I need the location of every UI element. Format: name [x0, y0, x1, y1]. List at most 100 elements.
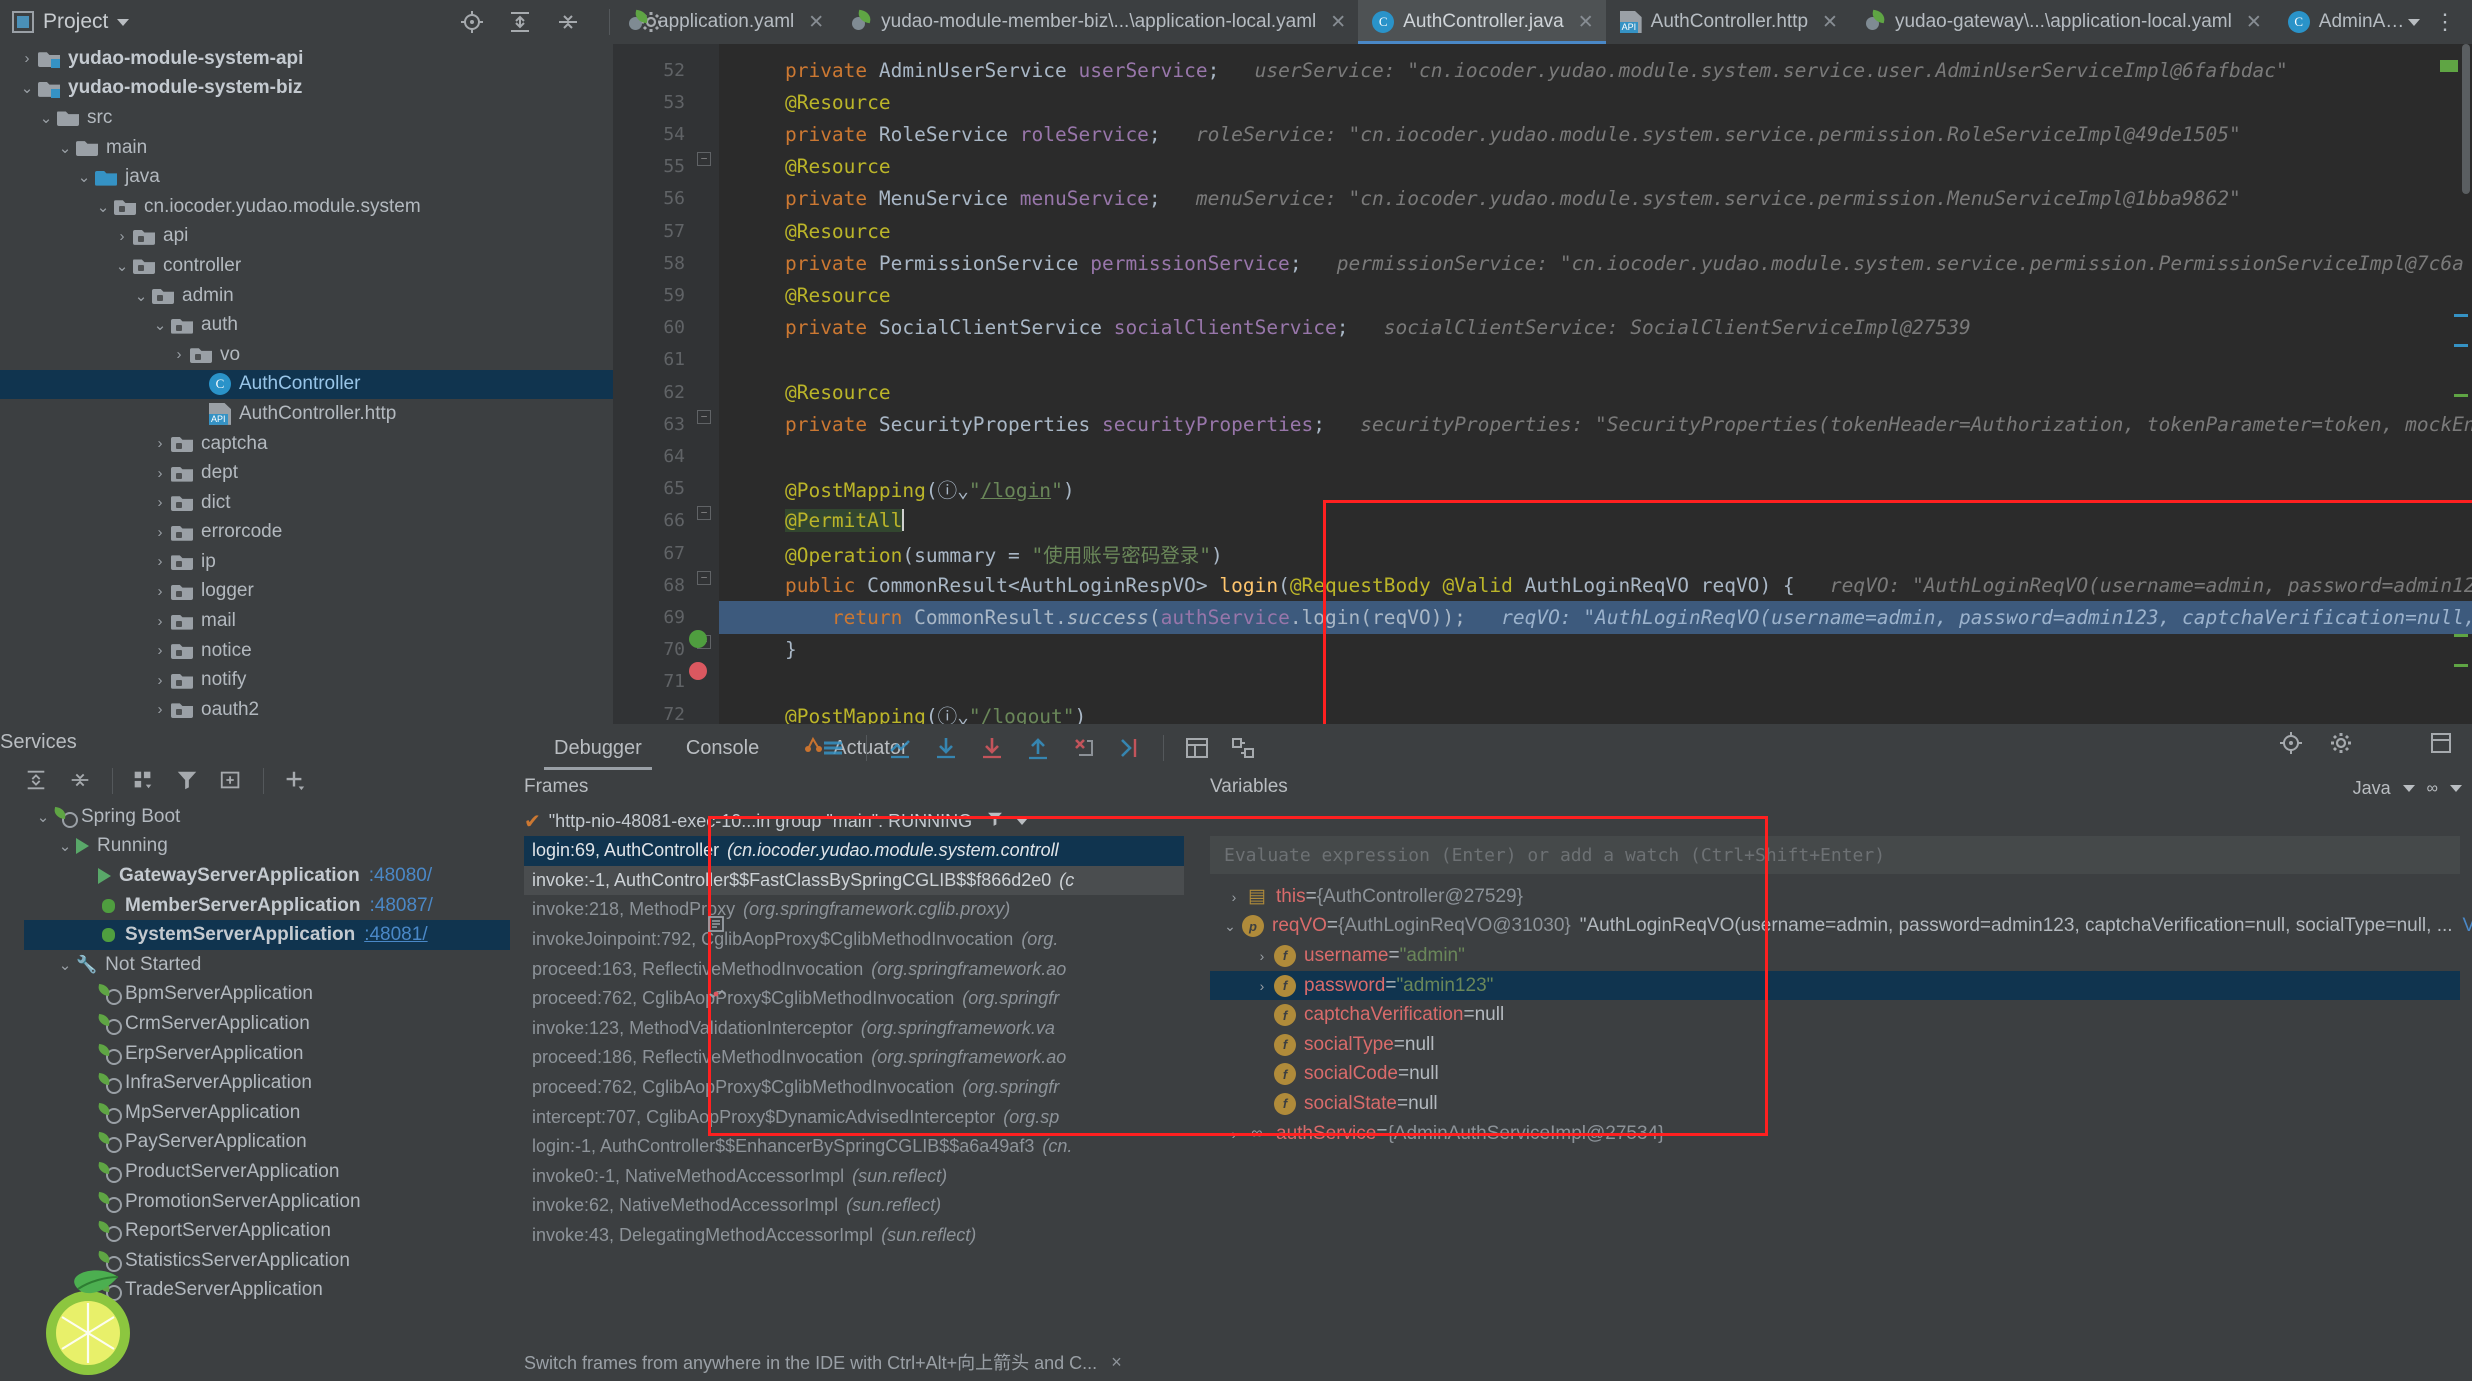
mute-breakpoints-icon[interactable] [820, 735, 846, 761]
tree-toggle-arrow[interactable]: ⌄ [35, 109, 57, 127]
editor-line[interactable]: 60 private SocialClientService socialCli… [613, 312, 2472, 344]
project-tool-window[interactable]: › yudao-module-system-api ⌄ yudao-module-sy… [0, 44, 613, 724]
tab-more-options-icon[interactable]: ⋮ [2434, 11, 2456, 33]
editor-line[interactable]: 67 @Operation(summary = "使用账号密码登录") [613, 537, 2472, 569]
service-port-link[interactable]: :48087/ [369, 895, 432, 917]
editor-line[interactable]: 69 return CommonResult.success(authServi… [613, 601, 2472, 633]
stack-frame-row[interactable]: proceed:163, ReflectiveMethodInvocation (… [524, 954, 1184, 984]
step-out-icon[interactable] [1025, 735, 1051, 761]
collapse-all-icon[interactable] [555, 9, 581, 35]
variable-row[interactable]: ⌄ p reqVO = {AuthLoginReqVO@31030} "AuthLog… [1210, 912, 2472, 942]
editor-line[interactable]: 54 private RoleService roleService; role… [613, 118, 2472, 150]
service-port-link[interactable]: :48081/ [364, 924, 427, 946]
tree-toggle-arrow[interactable]: ⌄ [54, 837, 76, 855]
project-tree-item[interactable]: ⌄ src [0, 103, 613, 133]
tree-toggle-arrow[interactable]: ⌄ [32, 808, 54, 826]
project-tool-window-button[interactable]: Project [0, 0, 130, 44]
chevron-down-icon[interactable] [117, 18, 130, 26]
editor-tab-1[interactable]: yudao-module-member-biz\...\application-… [836, 0, 1358, 44]
editor-line[interactable]: 59 @Resource [613, 279, 2472, 311]
project-tree-item[interactable]: ⌄ auth [0, 310, 613, 340]
editor-tab-5[interactable]: C AdminA… [2274, 0, 2417, 44]
tree-toggle-arrow[interactable]: · [76, 1193, 98, 1210]
project-tree-item[interactable]: › notify [0, 665, 613, 695]
services-tree-item[interactable]: · InfraServerApplication [24, 1068, 510, 1098]
debugger-tab-console[interactable]: Console [664, 724, 781, 772]
services-tree[interactable]: ⌄ Spring Boot ⌄ Running · GatewayServerApplic… [24, 802, 510, 1372]
expand-all-icon[interactable] [507, 9, 533, 35]
project-tree-item[interactable]: ·C AuthController [0, 369, 613, 400]
group-by-icon[interactable] [131, 768, 157, 794]
step-into-icon[interactable] [979, 735, 1005, 761]
project-tree-item[interactable]: ⌄ cn.iocoder.yudao.module.system [0, 192, 613, 222]
services-tree-item[interactable]: · CrmServerApplication [24, 1009, 510, 1039]
tree-toggle-arrow[interactable]: · [76, 986, 98, 1003]
editor-line[interactable]: 64 [613, 440, 2472, 472]
editor-line[interactable]: 62 @Resource [613, 376, 2472, 408]
variable-toggle-arrow[interactable]: › [1222, 889, 1246, 905]
editor-line[interactable]: 53 @Resource [613, 86, 2472, 118]
editor-line[interactable]: 61 [613, 344, 2472, 376]
tree-toggle-arrow[interactable]: · [187, 405, 209, 422]
project-tree-item[interactable]: › api [0, 222, 613, 252]
services-tree-item[interactable]: ⌄ Running [24, 832, 510, 862]
locate-icon[interactable] [459, 9, 485, 35]
services-tree-item[interactable]: · PromotionServerApplication [24, 1187, 510, 1217]
project-tree-item[interactable]: ⌄ yudao-module-system-biz [0, 74, 613, 104]
project-tree-item[interactable]: › oauth2 [0, 695, 613, 724]
close-icon[interactable]: ✕ [2246, 11, 2262, 34]
tree-toggle-arrow[interactable]: · [76, 1163, 98, 1180]
tree-toggle-arrow[interactable]: · [187, 376, 209, 393]
language-selector-label[interactable]: Java [2353, 778, 2391, 799]
code-editor[interactable]: 52 private AdminUserService userService;… [613, 44, 2472, 724]
close-icon[interactable]: × [1111, 1352, 1122, 1373]
services-tree-item[interactable]: ⌄ 🔧 Not Started [24, 950, 510, 980]
tree-toggle-arrow[interactable]: · [76, 1045, 98, 1062]
link-icon[interactable]: ∞ [2427, 780, 2438, 798]
chevron-down-icon[interactable] [1016, 817, 1029, 825]
editor-scrollbar[interactable] [2462, 44, 2470, 194]
variables-tree[interactable]: › ▤ this = {AuthController@27529} ⌄ p reqVO =… [1210, 882, 2472, 1381]
tree-toggle-arrow[interactable]: ⌄ [130, 287, 152, 305]
tree-toggle-arrow[interactable]: ⌄ [73, 168, 95, 186]
variable-toggle-arrow[interactable]: ⌄ [1218, 918, 1242, 935]
services-tree-item[interactable]: · TradeServerApplication [24, 1276, 510, 1306]
services-tree-item[interactable]: · StatisticsServerApplication [24, 1246, 510, 1276]
frames-list[interactable]: login:69, AuthController (cn.iocoder.yuda… [524, 836, 1184, 1336]
services-tree-item[interactable]: · ErpServerApplication [24, 1039, 510, 1069]
tree-toggle-arrow[interactable]: · [76, 927, 98, 944]
tree-toggle-arrow[interactable]: › [149, 435, 171, 452]
tree-toggle-arrow[interactable]: ⌄ [92, 198, 114, 216]
tree-toggle-arrow[interactable]: › [168, 346, 190, 363]
tree-toggle-arrow[interactable]: · [76, 1223, 98, 1240]
services-tree-item[interactable]: · MemberServerApplication:48087/ [24, 891, 510, 921]
tree-toggle-arrow[interactable]: ⌄ [149, 316, 171, 334]
tree-toggle-arrow[interactable]: · [76, 1015, 98, 1032]
editor-line[interactable]: 70 } [613, 634, 2472, 666]
editor-line[interactable]: 63 private SecurityProperties securityPr… [613, 408, 2472, 440]
tree-toggle-arrow[interactable]: › [149, 583, 171, 600]
services-tree-item[interactable]: · GatewayServerApplication:48080/ [24, 861, 510, 891]
variable-row[interactable]: f socialType = null [1210, 1030, 2460, 1060]
watches-icon[interactable] [706, 984, 726, 1009]
tree-toggle-arrow[interactable]: › [149, 701, 171, 718]
add-tab-icon[interactable] [219, 768, 245, 794]
project-tree-item[interactable]: ⌄ java [0, 162, 613, 192]
editor-line[interactable]: 57 @Resource [613, 215, 2472, 247]
project-tree-item[interactable]: › ip [0, 547, 613, 577]
layout-settings-icon[interactable] [1184, 735, 1210, 761]
stack-frame-row[interactable]: invoke:-1, AuthController$$FastClassBySp… [524, 865, 1184, 896]
run-to-cursor-icon[interactable] [1117, 735, 1143, 761]
tree-toggle-arrow[interactable]: · [76, 897, 98, 914]
project-tree-item[interactable]: › yudao-module-system-api [0, 44, 613, 74]
locate-icon[interactable] [2278, 730, 2304, 756]
editor-line[interactable]: 71 [613, 666, 2472, 698]
tree-toggle-arrow[interactable]: ⌄ [111, 257, 133, 275]
chevron-down-icon[interactable] [2402, 785, 2415, 792]
run-method-gutter-icon[interactable] [689, 630, 707, 648]
tree-toggle-arrow[interactable]: · [76, 1075, 98, 1092]
editor-tab-2[interactable]: C AuthController.java ✕ [1358, 0, 1607, 44]
editor-tab-3[interactable]: API AuthController.http ✕ [1606, 0, 1850, 44]
tree-toggle-arrow[interactable]: ⌄ [54, 956, 76, 974]
evaluate-expression-icon[interactable] [706, 914, 726, 939]
